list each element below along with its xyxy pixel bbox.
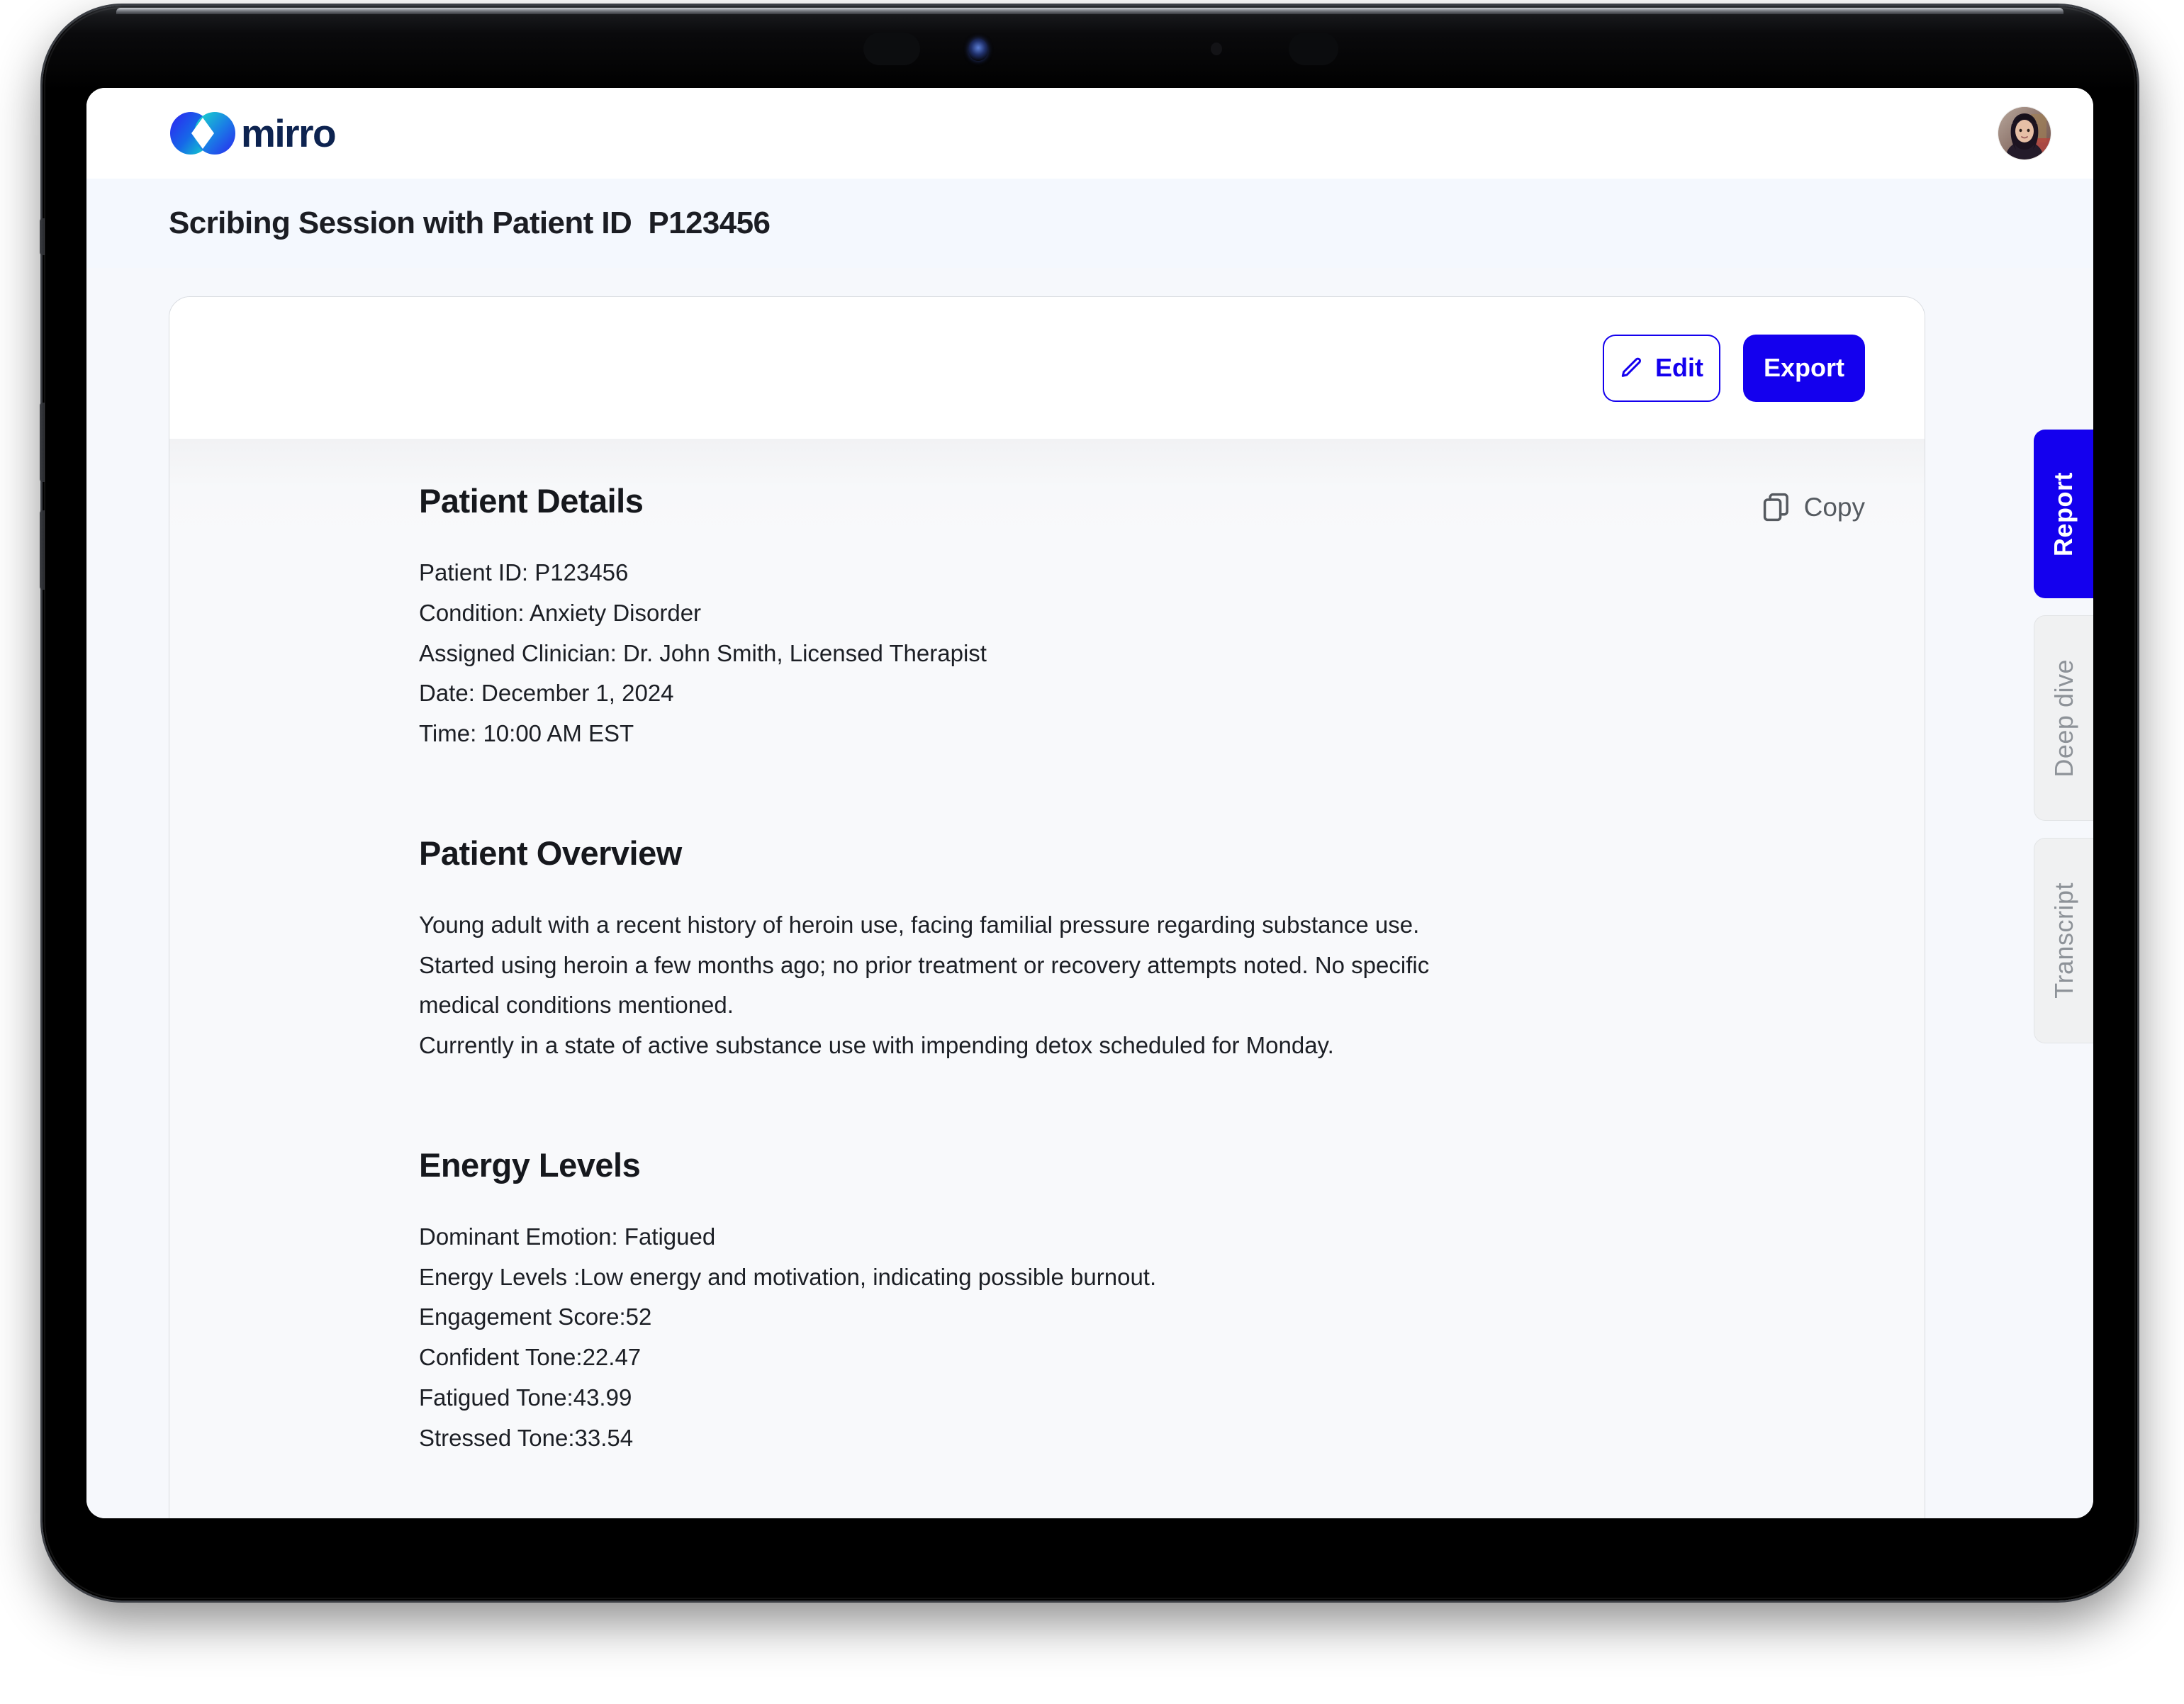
report-card: Edit Export Copy Patient Details Patient… xyxy=(169,296,1925,1518)
card-toolbar: Edit Export xyxy=(169,297,1925,439)
text-line: Dominant Emotion: Fatigued xyxy=(419,1223,716,1250)
main-content-area: Edit Export Copy Patient Details Patient… xyxy=(86,268,2093,1518)
side-tab-deep-dive-label: Deep dive xyxy=(2049,658,2078,778)
page-title: Scribing Session with Patient ID P123456 xyxy=(169,206,771,240)
sensor-blob-right-icon xyxy=(1289,33,1338,65)
edit-button-label: Edit xyxy=(1655,353,1703,382)
side-tab-transcript[interactable]: Transcript xyxy=(2034,838,2093,1043)
front-camera-cluster xyxy=(863,27,1409,69)
text-line: Fatigued Tone:43.99 xyxy=(419,1384,632,1411)
report-document: Patient Details Patient ID: P123456 Cond… xyxy=(229,481,1865,1518)
side-tab-deep-dive[interactable]: Deep dive xyxy=(2034,615,2093,821)
ambient-light-sensor-icon xyxy=(1211,43,1222,55)
export-button[interactable]: Export xyxy=(1743,334,1865,402)
side-tab-report[interactable]: Report xyxy=(2034,430,2093,598)
device-volume-up-button[interactable] xyxy=(40,403,45,482)
section-heading-patient-overview: Patient Overview xyxy=(419,834,682,872)
section-body-energy-levels: Dominant Emotion: Fatigued Energy Levels… xyxy=(419,1217,1837,1459)
tablet-device-frame: mirro Scribing Session with Patient ID P… xyxy=(40,6,2137,1601)
section-heading-patient-details: Patient Details xyxy=(419,482,644,520)
text-line: Patient ID: P123456 xyxy=(419,559,629,585)
copy-icon xyxy=(1763,493,1788,522)
text-line: Time: 10:00 AM EST xyxy=(419,720,634,746)
avatar-photo-icon xyxy=(1998,107,2051,159)
edit-button[interactable]: Edit xyxy=(1603,334,1720,402)
text-line: Condition: Anxiety Disorder xyxy=(419,599,702,626)
mirro-logo[interactable]: mirro xyxy=(169,111,337,156)
text-line: Assigned Clinician: Dr. John Smith, Lice… xyxy=(419,639,987,666)
side-tab-transcript-label: Transcript xyxy=(2049,882,2078,999)
text-line: Energy Levels :Low energy and motivation… xyxy=(419,1263,1157,1290)
device-volume-down-button[interactable] xyxy=(40,510,45,590)
side-tab-rail: Report Deep dive Transcript xyxy=(2034,430,2093,1043)
brand-wordmark: mirro xyxy=(241,111,337,155)
text-line: Stressed Tone:33.54 xyxy=(419,1424,634,1451)
text-line: Started using heroin a few months ago; n… xyxy=(419,951,1430,1019)
device-power-button[interactable] xyxy=(40,218,45,255)
side-tab-report-label: Report xyxy=(2049,471,2078,556)
copy-button[interactable]: Copy xyxy=(1762,491,1865,524)
tablet-screen: mirro Scribing Session with Patient ID P… xyxy=(86,88,2093,1518)
text-line: Engagement Score:52 xyxy=(419,1304,652,1330)
front-camera-lens-icon xyxy=(968,38,988,61)
text-line: Date: December 1, 2024 xyxy=(419,680,674,707)
section-body-patient-details: Patient ID: P123456 Condition: Anxiety D… xyxy=(419,553,1837,754)
export-button-label: Export xyxy=(1763,353,1844,382)
page-title-bar: Scribing Session with Patient ID P123456 xyxy=(86,179,2093,268)
text-line: Confident Tone:22.47 xyxy=(419,1344,642,1370)
text-line: Young adult with a recent history of her… xyxy=(419,911,1420,938)
copy-button-label: Copy xyxy=(1803,493,1865,522)
report-scroll-area[interactable]: Copy Patient Details Patient ID: P123456… xyxy=(169,439,1925,1518)
section-body-patient-overview: Young adult with a recent history of her… xyxy=(419,905,1837,1066)
text-line: Currently in a state of active substance… xyxy=(419,1032,1334,1058)
app-top-bar: mirro xyxy=(86,88,2093,179)
pencil-icon xyxy=(1621,357,1641,377)
avatar[interactable] xyxy=(1998,107,2051,159)
sensor-blob-left-icon xyxy=(863,33,920,65)
section-heading-energy-levels: Energy Levels xyxy=(419,1145,641,1184)
mirro-mark-icon xyxy=(170,112,235,155)
